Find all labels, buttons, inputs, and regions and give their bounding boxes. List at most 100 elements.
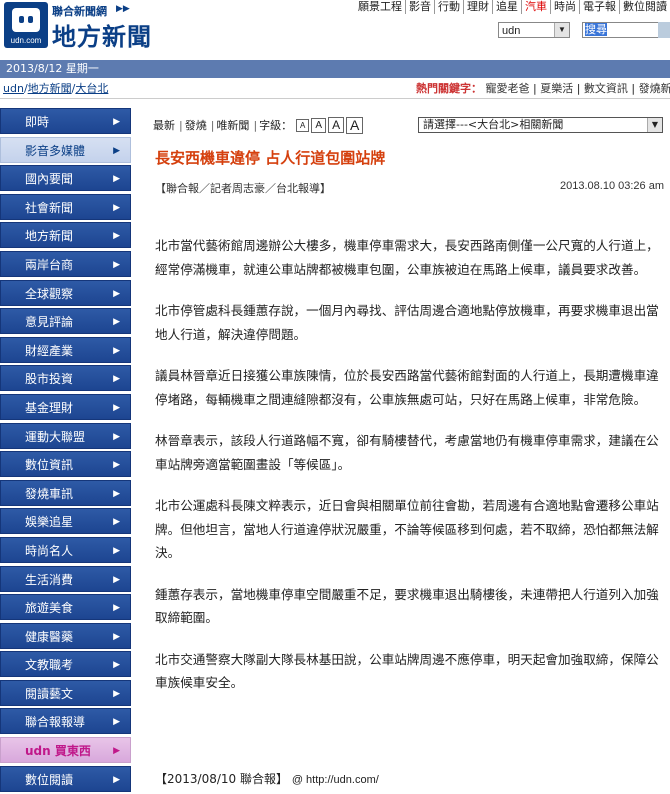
sidebar-item-travel[interactable]: 旅遊美食 ▶ [0, 594, 131, 621]
sidebar-item-realtime[interactable]: 即時 ▶ [0, 108, 131, 134]
search-scope-value: udn [502, 25, 521, 37]
chevron-right-icon: ▶ [113, 517, 120, 528]
sidebar-item-sports[interactable]: 運動大聯盟 ▶ [0, 422, 131, 449]
article-paragraph: 鍾蕙存表示，當地機車停車空間嚴重不足，要求機車退出騎樓後，未連帶把人行道列入加強… [155, 586, 659, 626]
sidebar-item-finance[interactable]: 財經產業 ▶ [0, 336, 131, 363]
sidebar-item-global[interactable]: 全球觀察 ▶ [0, 279, 131, 306]
sidebar-item-fashion[interactable]: 時尚名人 ▶ [0, 536, 131, 563]
chevron-right-icon: ▶ [113, 202, 120, 213]
article-headline: 長安西機車違停 占人行道包圍站牌 [155, 149, 386, 167]
related-news-select[interactable]: 請選擇---<大台北>相關新聞 ▼ [418, 117, 663, 133]
search-button[interactable] [658, 22, 670, 38]
sidebar-item-domestic[interactable]: 國內要聞 ▶ [0, 165, 131, 192]
chevron-right-icon: ▶ [113, 231, 120, 242]
article-paragraph: 北市公運處科長陳文粹表示，近日會與相關單位前往會勘，若周邊有合適地點會遷移公車站… [155, 498, 659, 560]
chevron-right-icon: ▶ [113, 288, 120, 299]
sidebar-item-arts[interactable]: 閱讀藝文 ▶ [0, 679, 131, 706]
search-input-text: 搜尋 [585, 23, 607, 36]
article-body: 北市當代藝術館周邊辦公大樓多，機車停車需求大，長安西路南側僅一公尺寬的人行道上，… [155, 234, 660, 713]
article-byline: 【聯合報／記者周志豪／台北報導】 [155, 182, 331, 195]
topnav-item[interactable]: 時尚 [550, 0, 579, 14]
topnav-item[interactable]: 電子報 [579, 0, 619, 14]
breadcrumb-udn[interactable]: udn [3, 82, 24, 95]
article-paragraph: 北市停管處科長鍾蕙存說，一個月內尋找、評估周邊合適地點停放機車，再要求機車退出當… [155, 303, 659, 342]
chevron-right-icon: ▶ [113, 574, 120, 585]
breadcrumb-row: udn/地方新聞/大台北 熱門關鍵字： 寵愛老爸 | 夏樂活 | 數文資訊 | … [0, 80, 670, 99]
chevron-right-icon: ▶ [113, 374, 120, 385]
sidebar-item-cross-strait[interactable]: 兩岸台商 ▶ [0, 250, 131, 277]
chevron-right-icon: ▶ [113, 660, 120, 671]
breadcrumb: udn/地方新聞/大台北 [3, 82, 109, 95]
hot-keyword[interactable]: 寵愛老爸 [486, 82, 530, 95]
sidebar-item-society[interactable]: 社會新聞 ▶ [0, 193, 131, 220]
chevron-right-icon: ▶ [113, 746, 120, 757]
udn-logo[interactable]: udn.com [4, 2, 48, 48]
sidebar-item-education[interactable]: 文教職考 ▶ [0, 651, 131, 678]
font-size-xs-button[interactable]: A [296, 118, 310, 132]
font-size-l-button[interactable]: A [346, 116, 364, 134]
article-paragraph: 議員林晉章近日接獲公車族陳情，位於長安西路當代藝術館對面的人行道上，長期遭機車違… [155, 368, 659, 407]
article-toolbar: 最新 | 發燒 | 唯新聞 | 字級： A A A A [153, 115, 364, 135]
topnav-item[interactable]: 數位閱讀 [619, 0, 670, 14]
breadcrumb-taipei[interactable]: 大台北 [75, 82, 108, 95]
chevron-right-icon: ▶ [113, 174, 120, 185]
sidebar-item-local[interactable]: 地方新聞 ▶ [0, 222, 131, 249]
current-date: 2013/8/12 星期一 [6, 62, 99, 75]
sidebar-item-shopping[interactable]: udn 買東西 ▶ [0, 737, 131, 764]
topnav-item[interactable]: 追星 [492, 0, 521, 14]
chevron-right-icon: ▶ [113, 317, 120, 328]
sidebar-item-cars[interactable]: 發燒車訊 ▶ [0, 479, 131, 506]
search-scope-select[interactable]: udn ▼ [498, 22, 570, 38]
sidebar-item-ereading[interactable]: 數位閱讀 ▶ [0, 765, 131, 792]
article-paragraph: 北市交通警察大隊副大隊長林基田說，公車站牌周邊不應停車，明天起會加強取締，保障公… [155, 651, 659, 691]
article-date: 2013.08.10 03:26 am [560, 180, 664, 192]
font-size-m-button[interactable]: A [328, 117, 345, 133]
article-source-url[interactable]: @ http://udn.com/ [292, 774, 379, 786]
sidebar-item-opinion[interactable]: 意見評論 ▶ [0, 308, 131, 335]
chevron-right-icon: ▶ [113, 688, 120, 699]
udn-logo-icon [12, 8, 40, 32]
topnav-item[interactable]: 行動 [434, 0, 463, 14]
topnav-item[interactable]: 影音 [405, 0, 434, 14]
brand-arrow-icon: ▶▶ [116, 4, 130, 14]
chevron-right-icon: ▶ [113, 774, 120, 785]
search-input[interactable]: 搜尋 [582, 22, 660, 38]
article-source: 【2013/08/10 聯合報】 @ http://udn.com/ [155, 770, 379, 787]
chevron-right-icon: ▶ [113, 603, 120, 614]
hot-link[interactable]: 發燒 [185, 117, 207, 133]
hot-keyword[interactable]: 發燒新聞 [639, 82, 670, 95]
hot-keyword[interactable]: 數文資訊 [584, 82, 628, 95]
only-news-link[interactable]: 唯新聞 [216, 117, 249, 133]
sidebar-nav: 即時 ▶ 影音多媒體 ▶ 國內要聞 ▶ 社會新聞 ▶ 地方新聞 ▶ 兩岸台商 ▶ 全球觀察 ▶… [0, 108, 131, 794]
topnav-item[interactable]: 理財 [463, 0, 492, 14]
sidebar-item-digital[interactable]: 數位資訊 ▶ [0, 451, 131, 478]
sidebar-item-multimedia[interactable]: 影音多媒體 ▶ [0, 136, 131, 163]
sidebar-item-udn-report[interactable]: 聯合報報導 ▶ [0, 708, 131, 735]
sidebar-item-funds[interactable]: 基金理財 ▶ [0, 393, 131, 420]
sidebar-item-entertainment[interactable]: 娛樂追星 ▶ [0, 508, 131, 535]
sidebar-item-health[interactable]: 健康醫藥 ▶ [0, 622, 131, 649]
hot-keyword[interactable]: 夏樂活 [540, 82, 573, 95]
chevron-down-icon: ▼ [647, 118, 662, 132]
chevron-right-icon: ▶ [113, 545, 120, 556]
top-nav: 願景工程 影音 行動 理財 追星 汽車 時尚 電子報 數位閱讀 [355, 0, 670, 14]
topnav-item-car[interactable]: 汽車 [521, 0, 550, 14]
font-size-label: 字級： [259, 119, 293, 132]
chevron-right-icon: ▶ [113, 402, 120, 413]
brand-title[interactable]: 地方新聞 [52, 17, 152, 52]
topnav-item[interactable]: 願景工程 [355, 0, 405, 14]
logo-domain: udn.com [10, 36, 42, 45]
site-header: udn.com 聯合新聞網 ▶▶ 地方新聞 願景工程 影音 行動 理財 追星 汽… [0, 0, 670, 56]
breadcrumb-local-news[interactable]: 地方新聞 [28, 82, 72, 95]
chevron-right-icon: ▶ [113, 345, 120, 356]
chevron-right-icon: ▶ [113, 259, 120, 270]
chevron-right-icon: ▶ [113, 631, 120, 642]
sidebar-item-stocks[interactable]: 股市投資 ▶ [0, 365, 131, 392]
chevron-right-icon: ▶ [113, 488, 120, 499]
date-bar: 2013/8/12 星期一 [0, 60, 670, 78]
font-size-s-button[interactable]: A [311, 117, 327, 133]
hot-keywords-label: 熱門關鍵字： [416, 82, 482, 95]
sidebar-item-lifestyle[interactable]: 生活消費 ▶ [0, 565, 131, 592]
chevron-down-icon: ▼ [554, 23, 569, 37]
latest-link[interactable]: 最新 [153, 117, 175, 133]
